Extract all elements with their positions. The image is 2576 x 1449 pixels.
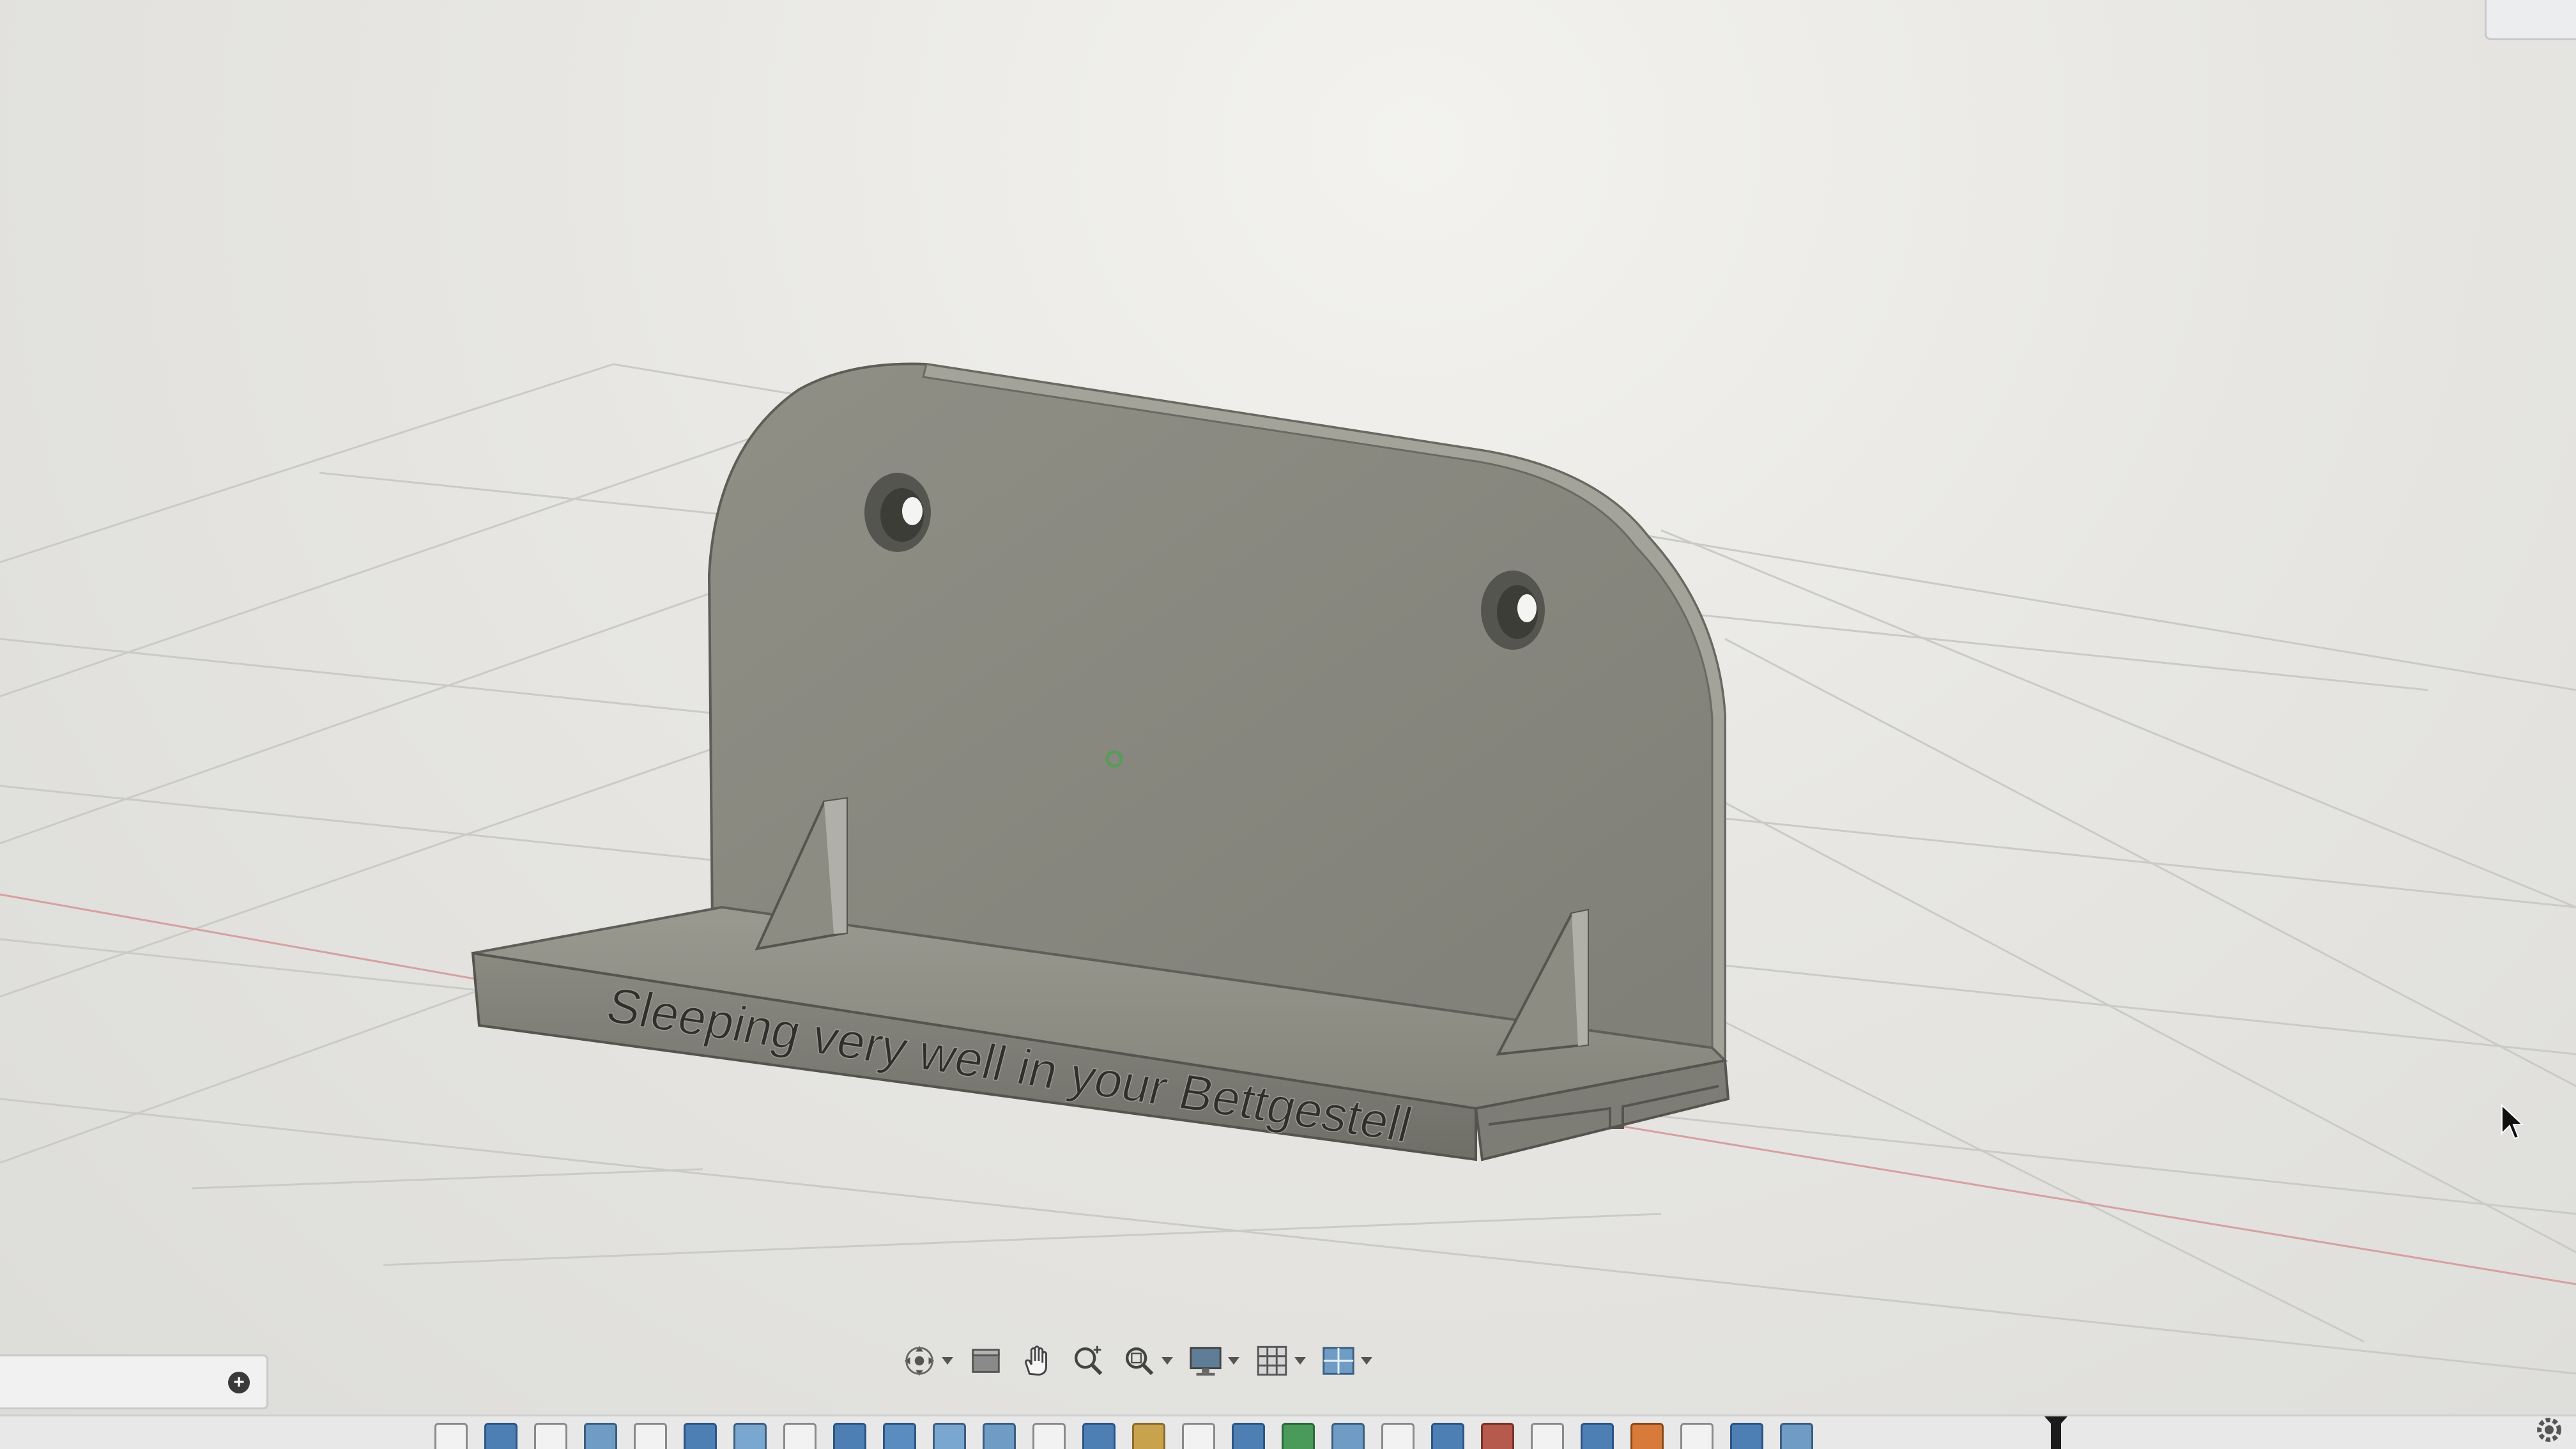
zoom-window-button[interactable]: [1121, 1340, 1173, 1381]
sketch-icon[interactable]: [1032, 1423, 1066, 1449]
extrude-icon[interactable]: [1082, 1423, 1116, 1449]
chevron-down-icon[interactable]: [942, 1357, 953, 1365]
pan-button[interactable]: [1018, 1340, 1055, 1381]
mouse-pointer-icon: [2501, 1103, 2524, 1140]
sketch-icon[interactable]: [1182, 1423, 1215, 1449]
sketch-icon[interactable]: [1381, 1423, 1414, 1449]
chevron-down-icon[interactable]: [1361, 1357, 1372, 1365]
timeline-marker-icon[interactable]: [2044, 1416, 2067, 1449]
comments-panel[interactable]: +: [0, 1354, 268, 1409]
chevron-down-icon[interactable]: [1162, 1357, 1173, 1365]
extrude-icon[interactable]: [1232, 1423, 1265, 1449]
look-at-icon: [972, 1349, 1000, 1373]
sketch-icon[interactable]: [783, 1423, 816, 1449]
extrude-icon[interactable]: [684, 1423, 717, 1449]
design-timeline[interactable]: [0, 1414, 2576, 1449]
zoom-window-icon: [1125, 1347, 1154, 1376]
sketch-icon[interactable]: [434, 1423, 468, 1449]
extrude-icon[interactable]: [484, 1423, 518, 1449]
extrude-icon[interactable]: [1730, 1423, 1763, 1449]
screw-hole-right[interactable]: [1481, 571, 1545, 650]
3d-viewport[interactable]: Sleeping very well in your Bettgestell: [0, 0, 2576, 1449]
navigation-toolbar: [888, 1335, 1385, 1386]
display-settings-button[interactable]: [1187, 1340, 1239, 1381]
chevron-down-icon[interactable]: [1228, 1357, 1239, 1365]
display-settings-icon: [1190, 1347, 1222, 1376]
chevron-down-icon[interactable]: [1294, 1357, 1306, 1365]
fillet-icon[interactable]: [1331, 1423, 1365, 1449]
hole-icon[interactable]: [933, 1423, 966, 1449]
fillet-icon[interactable]: [983, 1423, 1016, 1449]
gear-icon[interactable]: [2531, 1412, 2567, 1448]
pan-hand-icon: [1025, 1346, 1047, 1376]
hole-icon[interactable]: [733, 1423, 767, 1449]
combine-icon[interactable]: [1481, 1423, 1514, 1449]
sketch-icon[interactable]: [1531, 1423, 1564, 1449]
look-at-button[interactable]: [967, 1340, 1004, 1381]
orbit-button[interactable]: [901, 1340, 953, 1381]
sketch-icon[interactable]: [634, 1423, 667, 1449]
fillet-icon[interactable]: [1780, 1423, 1813, 1449]
viewports-button[interactable]: [1320, 1340, 1372, 1381]
viewports-icon: [1322, 1347, 1354, 1375]
zoom-icon: [1074, 1346, 1103, 1376]
sketch-icon[interactable]: [534, 1423, 567, 1449]
chamfer-icon[interactable]: [883, 1423, 916, 1449]
screw-hole-left[interactable]: [864, 473, 931, 552]
timeline-features: [434, 1423, 1813, 1449]
fillet-icon[interactable]: [584, 1423, 617, 1449]
fusion-design-workspace: Sleeping very well in your Bettgestell +: [0, 0, 2576, 1449]
sketch-icon[interactable]: [1680, 1423, 1713, 1449]
grid-snap-button[interactable]: [1254, 1340, 1306, 1381]
plus-circle-icon[interactable]: +: [228, 1372, 250, 1393]
grid-snap-icon: [1257, 1346, 1287, 1376]
extrude-icon[interactable]: [1581, 1423, 1614, 1449]
extrude-icon[interactable]: [1431, 1423, 1464, 1449]
text-icon[interactable]: [1282, 1423, 1315, 1449]
zoom-button[interactable]: [1070, 1340, 1107, 1381]
split-icon[interactable]: [1630, 1423, 1664, 1449]
mirror-icon[interactable]: [1132, 1423, 1165, 1449]
extrude-icon[interactable]: [833, 1423, 866, 1449]
orbit-icon: [904, 1346, 935, 1376]
